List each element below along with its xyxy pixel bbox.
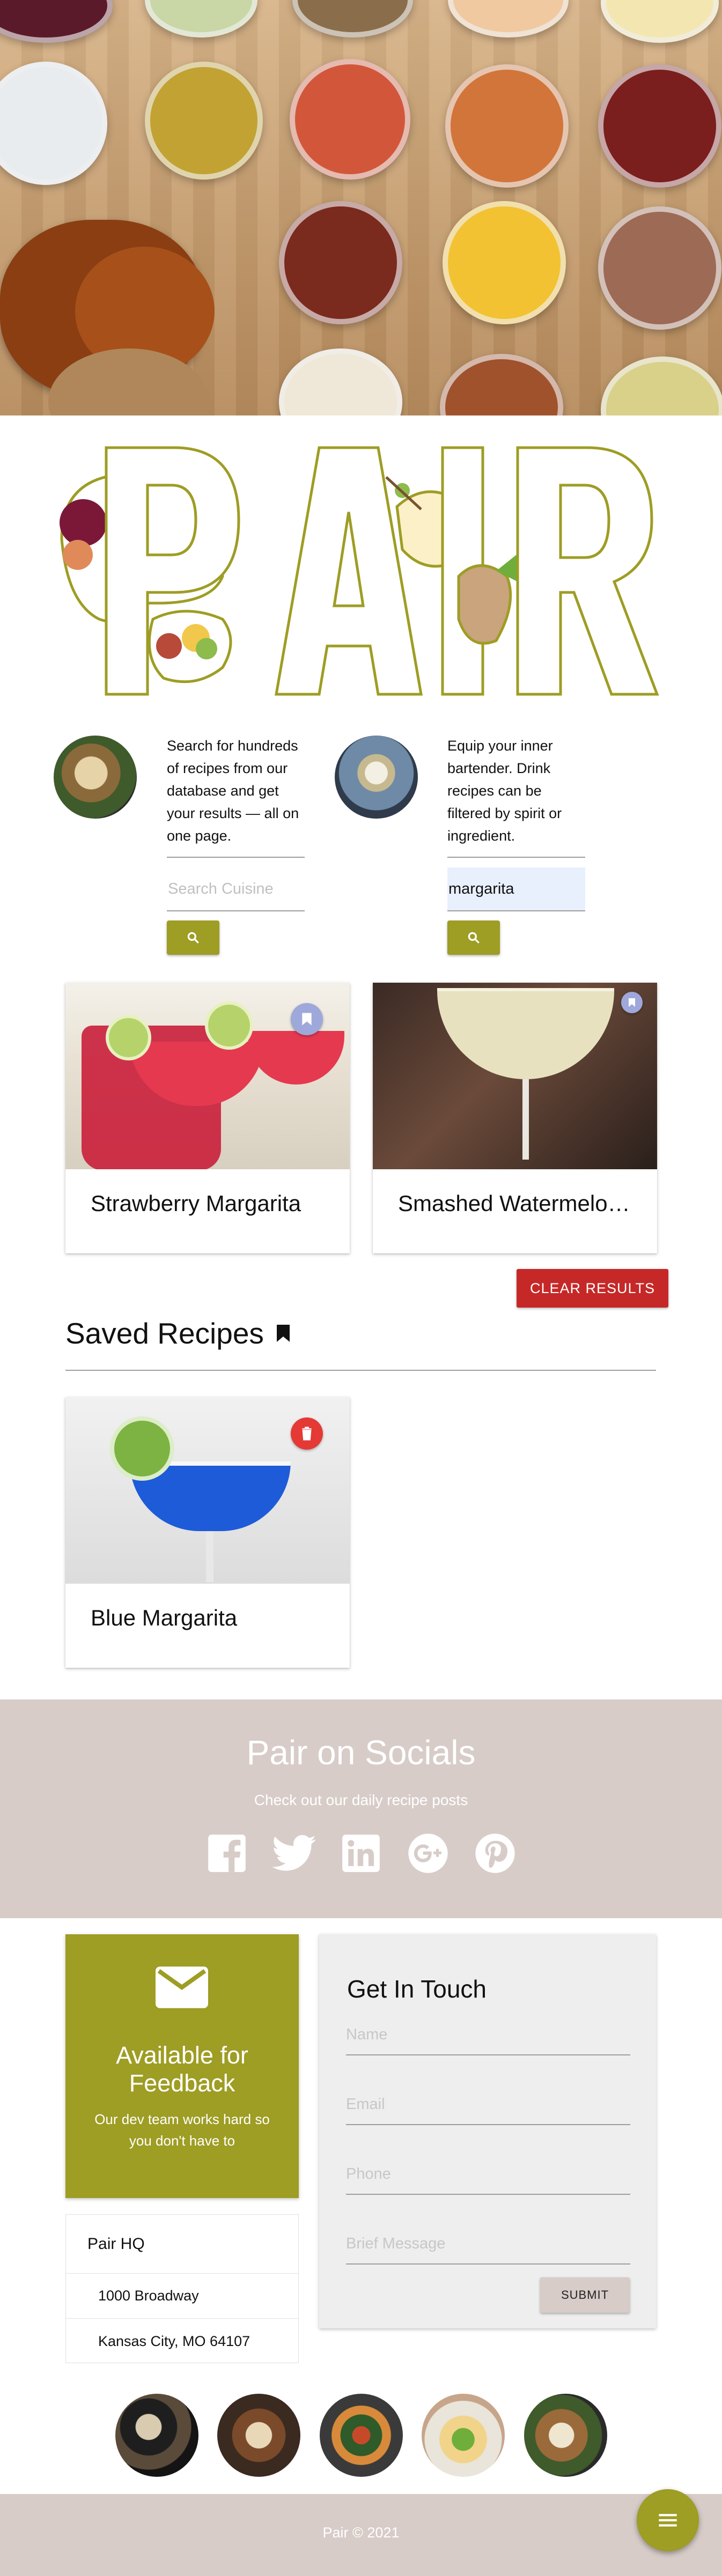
card-title: Blue Margarita <box>91 1605 238 1630</box>
result-card[interactable]: Strawberry Margarita <box>65 983 350 1253</box>
email-field[interactable] <box>346 2084 630 2125</box>
menu-fab-button[interactable] <box>637 2489 699 2551</box>
mail-icon <box>156 1966 208 2008</box>
bookmark-icon <box>629 998 635 1007</box>
menu-icon <box>659 2514 677 2527</box>
footer: Pair © 2021 <box>0 2494 722 2576</box>
cuisine-divider <box>167 857 305 858</box>
cuisine-description: Search for hundreds of recipes from our … <box>167 738 299 844</box>
copyright-text: Pair © 2021 <box>322 2525 400 2541</box>
gallery-image <box>320 2394 403 2477</box>
linkedin-icon[interactable] <box>338 1830 384 1876</box>
feedback-text: Our dev team works hard so you don't hav… <box>94 2111 270 2149</box>
gallery-image <box>217 2394 300 2477</box>
delete-button[interactable] <box>291 1417 323 1450</box>
search-icon <box>468 932 480 944</box>
drink-divider <box>447 857 585 858</box>
contact-form: Get In Touch SUBMIT <box>319 1934 656 2328</box>
hq-street: 1000 Broadway <box>66 2274 298 2319</box>
bookmark-icon <box>302 1013 312 1026</box>
message-field[interactable] <box>346 2224 630 2265</box>
saved-recipes-heading: Saved Recipes <box>65 1316 291 1350</box>
saved-recipes-title: Saved Recipes <box>65 1317 264 1350</box>
card-title: Smashed Watermelon Margarita <box>398 1191 634 1216</box>
phone-field[interactable] <box>346 2154 630 2195</box>
bookmark-icon <box>276 1325 290 1342</box>
gallery-image <box>422 2394 505 2477</box>
pinterest-icon[interactable] <box>472 1830 518 1876</box>
hq-name: Pair HQ <box>66 2215 298 2274</box>
twitter-icon[interactable] <box>271 1830 317 1876</box>
saved-recipe-card[interactable]: Blue Margarita <box>65 1397 350 1668</box>
contact-heading: Get In Touch <box>347 1975 487 2003</box>
search-icon <box>187 932 199 944</box>
food-gallery <box>115 2394 607 2477</box>
bookmark-button[interactable] <box>621 992 643 1013</box>
socials-heading: Pair on Socials <box>246 1733 476 1772</box>
bookmark-button[interactable] <box>291 1003 323 1035</box>
google-plus-icon[interactable] <box>405 1830 451 1876</box>
smashed-watermelon-margarita-photo <box>373 983 657 1169</box>
cuisine-search-input[interactable] <box>167 867 305 911</box>
gallery-image <box>115 2394 198 2477</box>
facebook-icon[interactable] <box>204 1830 250 1876</box>
trash-icon <box>302 1427 312 1441</box>
drink-description: Equip your inner bartender. Drink recipe… <box>447 738 562 844</box>
submit-button[interactable]: SUBMIT <box>540 2277 630 2313</box>
name-field[interactable] <box>346 2015 630 2055</box>
hero-image <box>0 0 722 415</box>
result-card[interactable]: Smashed Watermelon Margarita <box>373 983 657 1253</box>
pair-logo <box>60 446 659 696</box>
clear-results-button[interactable]: CLEAR RESULTS <box>517 1269 668 1308</box>
gallery-image <box>524 2394 607 2477</box>
socials-subheading: Check out our daily recipe posts <box>254 1792 468 1808</box>
drink-thumbnail <box>335 736 418 819</box>
feedback-heading: Available for Feedback <box>116 2042 248 2097</box>
hq-address: Pair HQ 1000 Broadway Kansas City, MO 64… <box>65 2214 299 2363</box>
socials-section: Pair on Socials Check out our daily reci… <box>0 1699 722 1918</box>
hq-city: Kansas City, MO 64107 <box>98 2333 251 2349</box>
cuisine-thumbnail <box>54 736 137 819</box>
card-title: Strawberry Margarita <box>91 1191 301 1216</box>
drink-search-button[interactable] <box>447 920 500 955</box>
saved-divider <box>65 1370 656 1371</box>
feedback-card: Available for Feedback Our dev team work… <box>65 1934 299 2198</box>
cuisine-search-button[interactable] <box>167 920 219 955</box>
drink-search-input[interactable] <box>447 867 585 911</box>
